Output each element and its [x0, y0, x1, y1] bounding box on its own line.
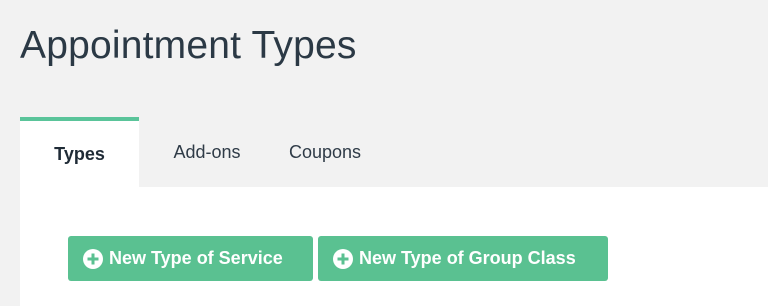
tab-types-label: Types — [54, 143, 105, 164]
tab-coupons[interactable]: Coupons — [277, 117, 373, 187]
page-title: Appointment Types — [20, 24, 357, 67]
tab-bar: Types Add-ons Coupons — [20, 117, 373, 187]
tab-types[interactable]: Types — [20, 117, 139, 187]
plus-circle-icon — [333, 248, 353, 269]
new-type-of-service-button[interactable]: New Type of Service — [68, 236, 313, 281]
tab-add-ons[interactable]: Add-ons — [139, 117, 277, 187]
new-type-of-group-class-button[interactable]: New Type of Group Class — [318, 236, 608, 281]
tab-content-panel: New Type of Service New Type of Group Cl… — [20, 187, 768, 306]
tab-add-ons-label: Add-ons — [173, 141, 241, 162]
new-type-of-group-class-label: New Type of Group Class — [359, 248, 576, 268]
new-type-of-service-label: New Type of Service — [109, 248, 283, 268]
plus-circle-icon — [83, 248, 103, 269]
tab-coupons-label: Coupons — [288, 141, 362, 162]
